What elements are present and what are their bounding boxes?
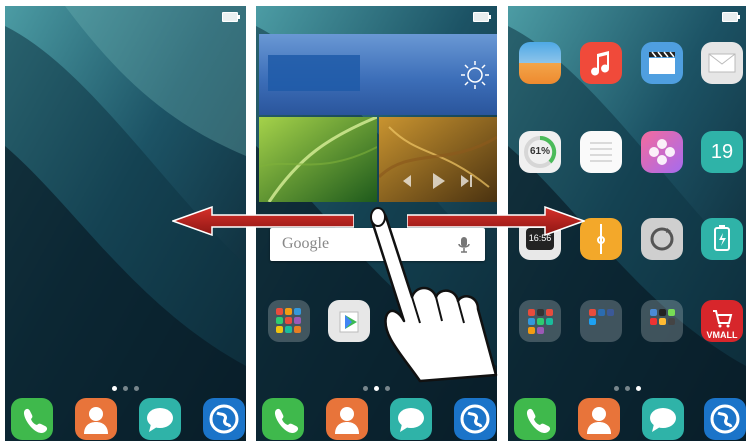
page-indicator bbox=[508, 378, 746, 396]
gallery-icon[interactable] bbox=[519, 42, 561, 84]
email-icon[interactable] bbox=[701, 42, 743, 84]
music-icon[interactable] bbox=[580, 42, 622, 84]
weather-widget[interactable] bbox=[259, 34, 497, 115]
contacts-icon[interactable] bbox=[326, 398, 368, 440]
notes-icon[interactable] bbox=[580, 131, 622, 173]
social-folder-icon[interactable] bbox=[580, 300, 622, 342]
phone-icon[interactable] bbox=[11, 398, 53, 440]
search-placeholder: Google bbox=[282, 235, 330, 252]
battery-icon bbox=[473, 12, 491, 22]
battery-icon bbox=[722, 12, 740, 22]
browser-icon[interactable] bbox=[704, 398, 746, 440]
vmall-icon[interactable]: VMALL bbox=[701, 300, 743, 342]
file-manager-icon[interactable] bbox=[580, 218, 622, 260]
dock bbox=[508, 398, 746, 440]
swipe-left-arrow bbox=[172, 206, 354, 236]
photo-widget-leaf[interactable] bbox=[259, 117, 377, 202]
dock bbox=[5, 398, 246, 440]
page-indicator bbox=[5, 378, 246, 396]
games-folder-icon[interactable] bbox=[641, 300, 683, 342]
messages-icon[interactable] bbox=[390, 398, 432, 440]
contacts-icon[interactable] bbox=[75, 398, 117, 440]
messages-icon[interactable] bbox=[642, 398, 684, 440]
battery-icon bbox=[222, 12, 240, 22]
contacts-icon[interactable] bbox=[578, 398, 620, 440]
dock bbox=[256, 398, 497, 440]
calendar-icon[interactable]: 19 bbox=[701, 131, 743, 173]
power-manager-icon[interactable] bbox=[701, 218, 743, 260]
folder-icon[interactable] bbox=[519, 300, 561, 342]
messages-icon[interactable] bbox=[139, 398, 181, 440]
storage-percent: 61% bbox=[529, 146, 550, 157]
browser-icon[interactable] bbox=[454, 398, 496, 440]
phone-manager-icon[interactable]: 61% bbox=[519, 131, 561, 173]
sun-icon bbox=[461, 61, 489, 89]
browser-icon[interactable] bbox=[203, 398, 245, 440]
phone-icon[interactable] bbox=[262, 398, 304, 440]
hand-gesture-icon bbox=[370, 207, 498, 383]
folder-icon[interactable] bbox=[268, 300, 310, 342]
calendar-day: 19 bbox=[710, 141, 734, 163]
themes-icon[interactable] bbox=[641, 131, 683, 173]
video-icon[interactable] bbox=[641, 42, 683, 84]
phone-icon[interactable] bbox=[514, 398, 556, 440]
photo-widget-music[interactable] bbox=[379, 117, 497, 202]
vmall-label: VMALL bbox=[706, 330, 738, 340]
weather-info-block bbox=[268, 55, 360, 91]
backup-icon[interactable] bbox=[641, 218, 683, 260]
